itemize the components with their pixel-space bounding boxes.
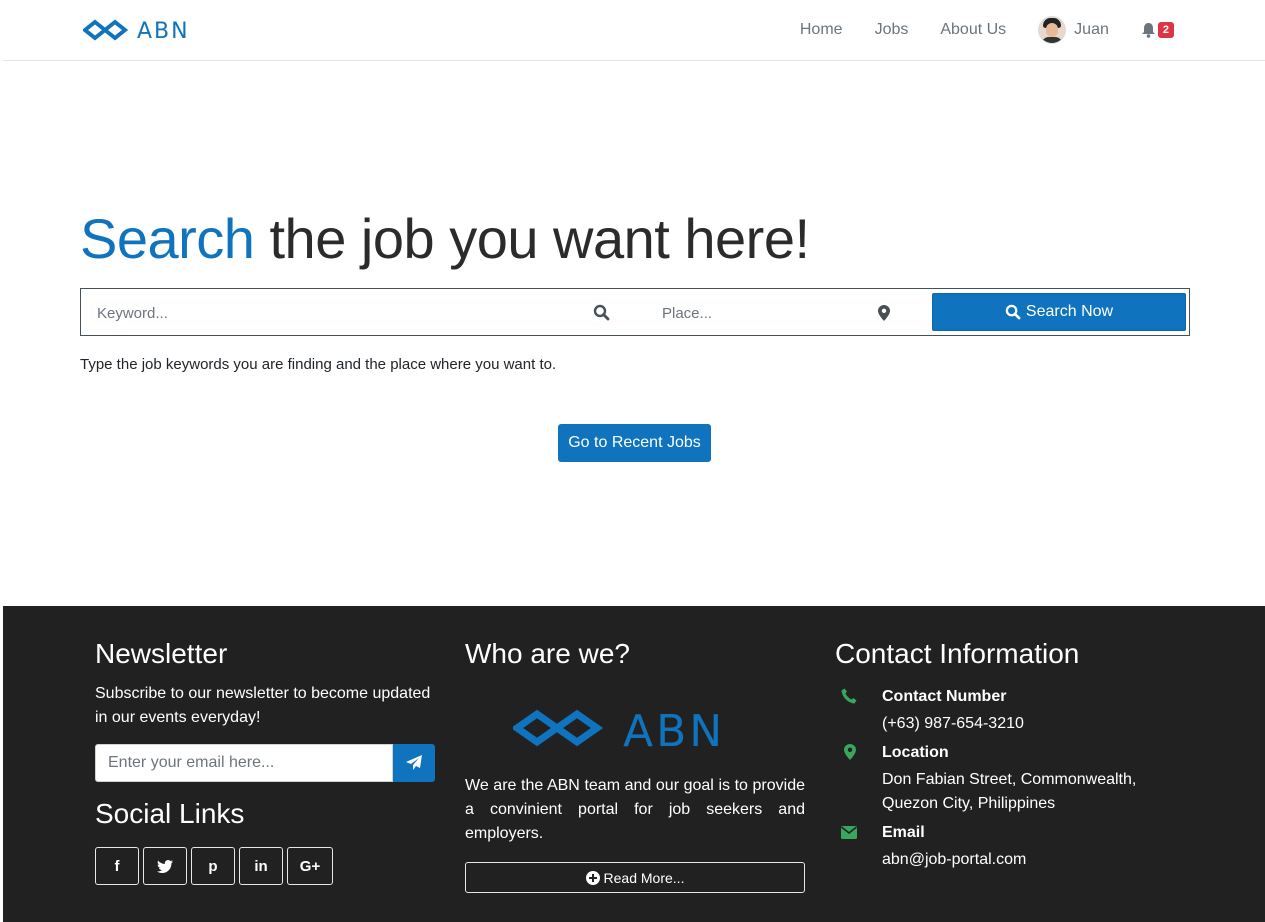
nav-about-us[interactable]: About Us <box>940 21 1006 39</box>
place-input[interactable] <box>662 301 862 325</box>
search-now-button[interactable]: Search Now <box>932 293 1186 331</box>
linkedin-icon: in <box>254 857 268 875</box>
title-accent: Search <box>80 207 255 270</box>
footer: Newsletter Subscribe to our newsletter t… <box>3 606 1265 922</box>
location-line-2: Quezon City, Philippines <box>882 795 1056 812</box>
nav-jobs[interactable]: Jobs <box>875 21 909 39</box>
map-marker-icon <box>844 744 856 760</box>
avatar <box>1038 16 1067 44</box>
newsletter-email-input[interactable] <box>95 744 393 782</box>
title-rest: the job you want here! <box>254 207 810 270</box>
read-more-button[interactable]: Read More... <box>465 862 805 893</box>
page-title: Search the job you want here! <box>80 206 810 271</box>
brand-text: ABN <box>137 19 190 42</box>
contact-information-title: Contact Information <box>835 638 1080 669</box>
newsletter-send-button[interactable] <box>393 744 435 782</box>
top-navbar: ABN Home Jobs About Us Juan 2 <box>3 0 1265 61</box>
keyword-input[interactable] <box>97 301 577 325</box>
google-plus-button[interactable]: G+ <box>287 847 333 885</box>
user-name: Juan <box>1074 21 1109 38</box>
search-icon <box>593 304 610 321</box>
notification-badge: 2 <box>1157 22 1174 38</box>
newsletter-title: Newsletter <box>95 638 228 669</box>
search-bar: Search Now <box>80 288 1190 336</box>
newsletter-text: Subscribe to our newsletter to become up… <box>95 685 431 726</box>
twitter-button[interactable] <box>143 847 187 885</box>
search-hint: Type the job keywords you are finding an… <box>80 356 557 373</box>
plus-circle-icon <box>585 870 600 885</box>
phone-icon <box>841 688 857 704</box>
nav-home[interactable]: Home <box>800 21 843 39</box>
facebook-button[interactable]: f <box>95 847 139 885</box>
bell-icon <box>1141 23 1155 38</box>
user-menu[interactable]: Juan <box>1038 16 1109 44</box>
google-plus-icon: G+ <box>299 857 321 875</box>
envelope-icon <box>841 826 857 839</box>
notifications-button[interactable]: 2 <box>1141 22 1174 38</box>
twitter-icon <box>157 859 173 873</box>
search-icon <box>1005 304 1021 320</box>
who-are-we-text: We are the ABN team and our goal is to p… <box>465 777 805 842</box>
footer-brand-text: ABN <box>623 706 725 752</box>
newsletter-form <box>95 744 435 782</box>
facebook-icon: f <box>114 857 120 875</box>
contact-number-label: Contact Number <box>882 688 1007 705</box>
map-marker-icon <box>878 305 890 321</box>
who-are-we-title: Who are we? <box>465 638 630 669</box>
read-more-label: Read More... <box>603 869 685 886</box>
pinterest-icon: p <box>208 857 218 875</box>
location-line-1: Don Fabian Street, Commonwealth, <box>882 771 1137 788</box>
go-to-recent-jobs-button[interactable]: Go to Recent Jobs <box>558 424 711 462</box>
footer-brand-logo: ABN <box>510 706 759 757</box>
search-now-label: Search Now <box>1025 303 1114 320</box>
linkedin-button[interactable]: in <box>239 847 283 885</box>
email-label: Email <box>882 824 925 841</box>
contact-number-value: (+63) 987-654-3210 <box>882 715 1024 732</box>
social-links: f p in G+ <box>95 847 337 885</box>
social-links-title: Social Links <box>95 798 245 829</box>
brand-logo[interactable]: ABN <box>83 14 203 46</box>
pinterest-button[interactable]: p <box>191 847 235 885</box>
nav-menu: Home Jobs About Us Juan 2 <box>768 0 1265 60</box>
location-label: Location <box>882 744 949 761</box>
paper-plane-icon <box>405 755 422 770</box>
email-value: abn@job-portal.com <box>882 851 1027 868</box>
